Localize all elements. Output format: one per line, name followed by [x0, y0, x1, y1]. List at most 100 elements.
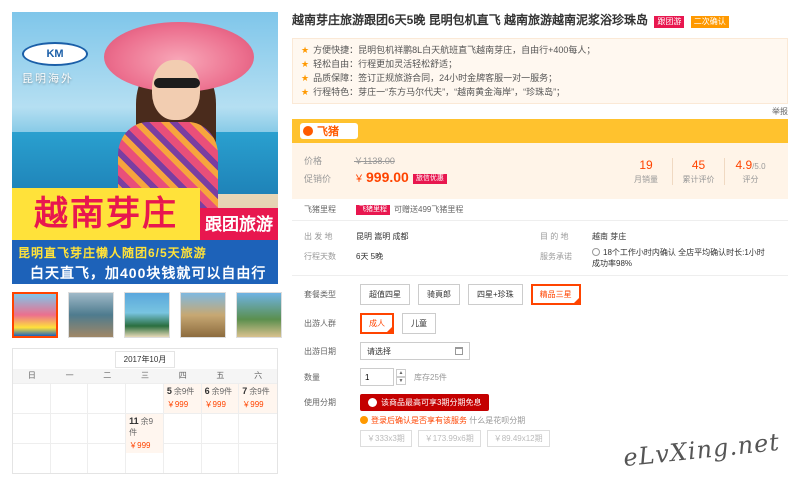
stat-value: 45	[691, 157, 706, 172]
logo-text: 昆明海外	[22, 73, 74, 85]
quantity-label: 数量	[304, 372, 320, 382]
promo-price-label: 促销价	[304, 173, 332, 184]
report-link[interactable]: 举报	[292, 106, 788, 117]
login-link[interactable]: 登录后确认是否享有该服务	[371, 416, 467, 425]
plan-3[interactable]: ￥333x3期	[360, 430, 412, 447]
sales-stats: 19 月销量 45 累计评价 4.9/5.0 评分	[620, 153, 776, 189]
main-product-image[interactable]: KM 昆明海外 越南芽庄 跟团旅游 昆明直飞芽庄懒人随团6/5天旅游 白天直飞，…	[12, 12, 278, 284]
crowd-option-adult[interactable]: 成人	[360, 313, 394, 334]
logo-mark: KM	[22, 42, 88, 66]
price-box: 价格 ￥1138.00 促销价 ￥ 999.00 旅信优惠 19 月销量 45 累…	[292, 143, 788, 199]
package-option-4[interactable]: 精品三星	[530, 284, 581, 305]
package-option-3[interactable]: 四星+珍珠	[468, 284, 523, 305]
service-line1: 18个工作小时内确认 全店平均确认时长:1小时	[603, 248, 765, 257]
calendar-week: 5 余9件 ￥999 6 余9件 ￥999 7 余9件 ￥999	[13, 383, 277, 413]
plan-6[interactable]: ￥173.99x6期	[417, 430, 481, 447]
departure-calendar: 2017年10月 日一二三四五六 5 余9件 ￥999 6 余9件 ￥999 7 余9件 ￥99…	[12, 348, 278, 474]
clock-icon	[592, 248, 600, 256]
calendar-weekdays: 日一二三四五六	[13, 369, 277, 383]
stat-label: 累计评价	[682, 174, 715, 184]
decrease-icon[interactable]: ▼	[396, 377, 406, 385]
calendar-week	[13, 443, 277, 473]
product-title: 越南芽庄旅游跟团6天5晚 昆明包机直飞 越南旅游越南泥浆浴珍珠岛 跟团游 二次确…	[292, 12, 788, 28]
package-label: 套餐类型	[304, 290, 336, 299]
weekday-label: 二	[103, 371, 112, 380]
date-placeholder: 请选择	[367, 346, 391, 356]
mileage-tag: 飞猪里程	[356, 204, 390, 215]
info-destination: 目 的 地 越南 芽庄	[540, 227, 776, 247]
star-icon: ★	[301, 45, 310, 55]
calendar-day	[202, 444, 240, 473]
mileage-row: 飞猪里程 飞猪里程 可赠送499飞猪里程	[292, 199, 788, 221]
service-promise: 18个工作小时内确认 全店平均确认时长:1小时 成功率98%	[592, 247, 776, 269]
calendar-day[interactable]: 7 余9件 ￥999	[239, 384, 277, 413]
stat-value-max: /5.0	[752, 161, 766, 171]
thumbnail-4[interactable]	[180, 292, 226, 338]
calendar-day[interactable]: 5 余9件 ￥999	[163, 384, 202, 413]
calendar-day	[13, 384, 51, 413]
weekday-label: 六	[254, 371, 263, 380]
stat-value: 4.9	[735, 157, 753, 172]
calendar-day	[164, 444, 202, 473]
stat-reviews[interactable]: 45 累计评价	[672, 157, 724, 185]
stat-rating-value: 4.9/5.0	[725, 158, 776, 172]
service-line2: 成功率98%	[592, 259, 633, 268]
date-picker[interactable]: 请选择	[360, 342, 470, 360]
crowd-option-child[interactable]: 儿童	[402, 313, 436, 334]
mileage-label: 飞猪里程	[304, 205, 336, 214]
info-label: 服务承诺	[540, 252, 572, 261]
discount-badge: 旅信优惠	[412, 173, 447, 184]
banner-line1: 昆明直飞芽庄懒人随团6/5天旅游	[18, 246, 207, 260]
installment-tip: 登录后确认是否享有该服务 什么是花呗分期	[360, 415, 776, 426]
plan-12[interactable]: ￥89.49x12期	[486, 430, 550, 447]
banner-line2: 白天直飞，加400块钱就可以自由行	[30, 265, 267, 281]
star-icon: ★	[301, 59, 310, 69]
info-value: 6天 5晚	[356, 252, 384, 261]
increase-icon[interactable]: ▲	[396, 369, 406, 377]
day-price: ￥999	[204, 400, 226, 409]
calendar-day	[239, 444, 277, 473]
thumbnail-3[interactable]	[124, 292, 170, 338]
day-number: 5	[166, 386, 172, 396]
weekday-label: 一	[65, 371, 74, 380]
calendar-month: 2017年10月	[114, 350, 176, 368]
info-service: 服务承诺 18个工作小时内确认 全店平均确认时长:1小时 成功率98%	[540, 247, 776, 269]
thumbnail-5[interactable]	[236, 292, 282, 338]
fliggy-logo: 飞猪	[300, 123, 358, 139]
currency-symbol: ￥	[354, 174, 364, 185]
installment-button[interactable]: 该商品最高可享3期分期免息	[360, 394, 490, 411]
day-price: ￥999	[166, 400, 189, 409]
stock-text: 库存25件	[414, 372, 447, 382]
stat-label: 评分	[742, 174, 759, 184]
calendar-day[interactable]: 6 余9件 ￥999	[201, 384, 240, 413]
package-option-1[interactable]: 超值四星	[360, 284, 410, 305]
agency-logo: KM 昆明海外	[22, 42, 88, 86]
product-title-text: 越南芽庄旅游跟团6天5晚 昆明包机直飞 越南旅游越南泥浆浴珍珠岛	[292, 13, 649, 27]
weekday-label: 日	[27, 371, 36, 380]
weekday-label: 五	[216, 371, 225, 380]
quantity-row: 数量 ▲ ▼ 库存25件	[304, 368, 776, 386]
banner-strip: 昆明直飞芽庄懒人随团6/5天旅游 白天直飞，加400块钱就可以自由行	[12, 240, 278, 284]
weekday-label: 四	[178, 371, 187, 380]
day-remaining: 余9件	[173, 387, 195, 396]
fliggy-name: 飞猪	[317, 126, 339, 138]
purchase-options: 套餐类型 超值四星 骑頁郎 四星+珍珠 精品三星 出游人群 成人 儿童 出游日期…	[292, 284, 788, 447]
thumbnail-1[interactable]	[12, 292, 58, 338]
what-is-installment-link[interactable]: 什么是花呗分期	[469, 416, 525, 425]
info-label: 出 发 地	[304, 232, 333, 241]
calendar-day	[13, 444, 51, 473]
promo-price-row: 促销价 ￥ 999.00 旅信优惠	[304, 169, 620, 188]
fliggy-bar: 飞猪	[292, 119, 788, 143]
thumbnail-strip	[12, 292, 282, 338]
calendar-day	[126, 384, 164, 413]
star-icon: ★	[301, 73, 310, 83]
price-info: 价格 ￥1138.00 促销价 ￥ 999.00 旅信优惠	[304, 153, 620, 189]
quantity-input[interactable]	[360, 368, 394, 386]
installment-row: 使用分期 该商品最高可享3期分期免息	[304, 394, 776, 411]
day-price: ￥999	[242, 400, 264, 409]
quantity-spinner: ▲ ▼	[396, 369, 406, 385]
fliggy-pig-icon	[303, 126, 313, 136]
package-option-2[interactable]: 骑頁郎	[418, 284, 460, 305]
thumbnail-2[interactable]	[68, 292, 114, 338]
info-value: 越南 芽庄	[592, 232, 627, 241]
